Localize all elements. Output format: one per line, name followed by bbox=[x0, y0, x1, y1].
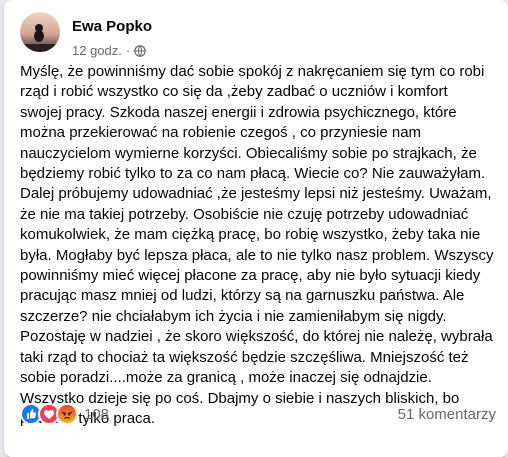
globe-icon bbox=[134, 44, 147, 57]
avatar[interactable] bbox=[20, 12, 60, 52]
post-text: Myślę, że powinniśmy dać sobie spokój z … bbox=[20, 63, 494, 427]
author-name[interactable]: Ewa Popko bbox=[72, 18, 152, 35]
angry-reaction-icon bbox=[56, 403, 78, 425]
post-time[interactable]: 12 godz. bbox=[72, 43, 122, 58]
reaction-count[interactable]: 108 bbox=[84, 406, 109, 423]
meta-separator: · bbox=[125, 43, 131, 58]
post-card: Ewa Popko 12 godz. · Myślę, że powinniśm… bbox=[4, 0, 508, 457]
post-meta: 12 godz. · bbox=[72, 43, 147, 58]
reactions-summary[interactable]: 108 bbox=[20, 403, 109, 425]
post-footer: 108 51 komentarzy bbox=[20, 400, 496, 428]
comments-count-link[interactable]: 51 komentarzy bbox=[398, 406, 496, 423]
